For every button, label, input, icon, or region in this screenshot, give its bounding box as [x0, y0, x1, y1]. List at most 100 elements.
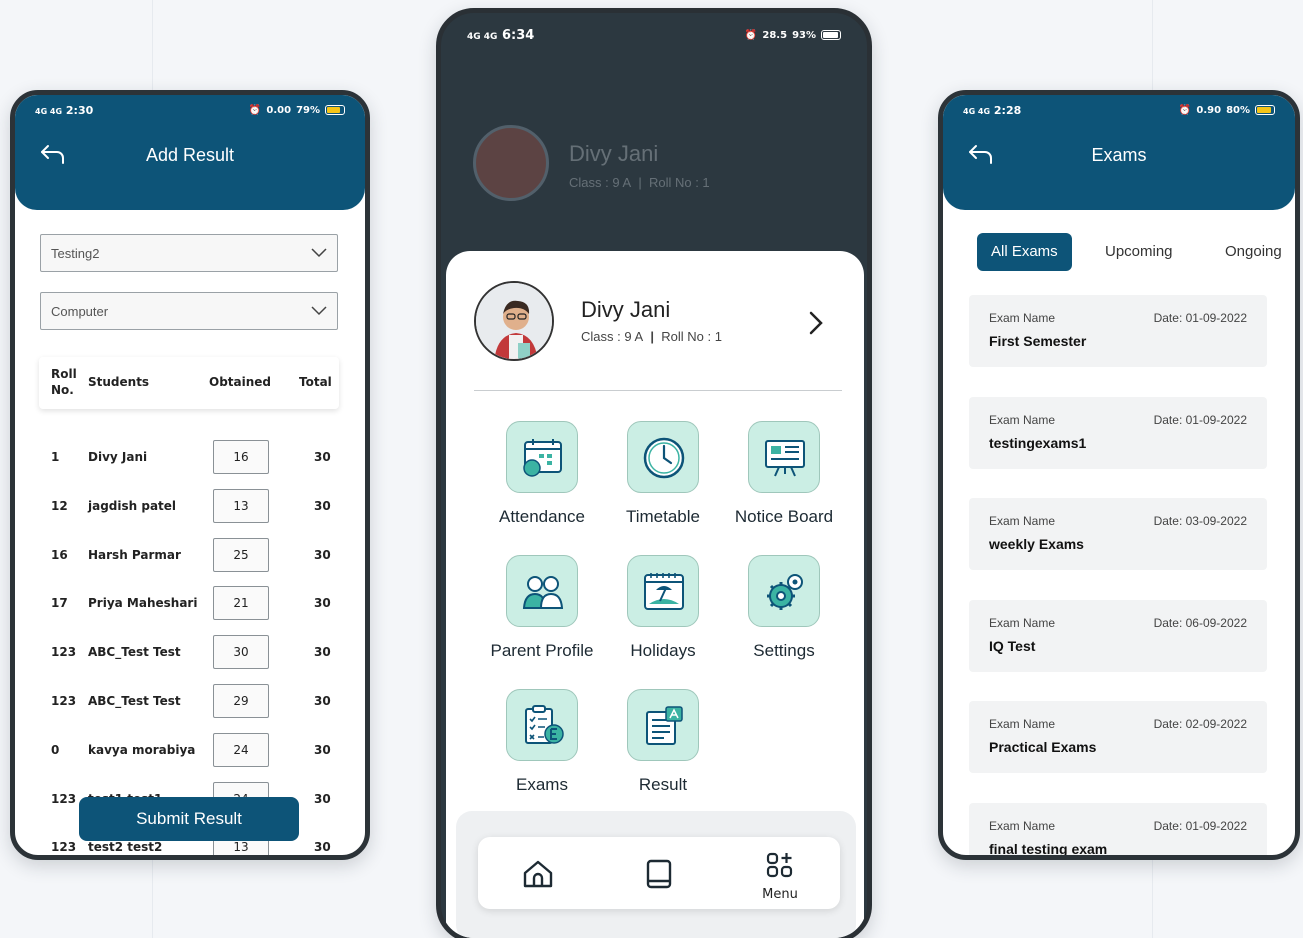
row-student-name: test2 test2 [88, 840, 163, 855]
signal-indicator: 4G 4G [963, 106, 991, 116]
page-title: Exams [1091, 145, 1147, 165]
table-row: 12 jagdish patel 13 30 [39, 488, 339, 525]
obtained-marks-input[interactable]: 21 [213, 586, 269, 621]
nav-menu[interactable]: Menu [740, 837, 820, 909]
header-student-meta: Class : 9 A | Roll No : 1 [569, 175, 710, 190]
row-student-name: jagdish patel [88, 498, 177, 513]
exam-name: final testing exam [989, 840, 1108, 857]
row-total: 30 [314, 840, 331, 855]
row-total: 30 [314, 498, 331, 513]
exam-card[interactable]: Exam Name Date: 02-09-2022 Practical Exams [969, 701, 1267, 773]
signal-indicator: 4G 4G [35, 106, 63, 116]
exam-name-key: Exam Name [989, 615, 1056, 630]
alarm-icon: ⏰ [1178, 104, 1192, 116]
tile-attendance[interactable]: Attendance [482, 421, 602, 541]
exam-card[interactable]: Exam Name Date: 01-09-2022 First Semester [969, 295, 1267, 367]
phone-dashboard: 4G 4G 6:34 ⏰ 28.5 93% Divy Jani Class : … [436, 8, 872, 938]
nav-book[interactable] [619, 837, 699, 909]
status-time: 2:28 [993, 103, 1022, 117]
net-speed: 0.00 [266, 104, 292, 116]
result-table-header: Roll No. Students Obtained Total [39, 357, 339, 409]
exam-name: IQ Test [989, 637, 1036, 654]
battery-percent: 80% [1226, 104, 1250, 116]
tile-parent-profile[interactable]: Parent Profile [482, 555, 602, 675]
tile-icon-box [627, 555, 699, 627]
exam-card[interactable]: Exam Name Date: 01-09-2022 final testing e… [969, 802, 1267, 857]
row-total: 30 [314, 791, 331, 806]
exam-date: Date: 02-09-2022 [1153, 717, 1247, 731]
chevron-right-icon[interactable] [808, 311, 824, 335]
table-row: 16 Harsh Parmar 25 30 [39, 537, 339, 574]
attendance-icon [523, 439, 562, 477]
nav-home[interactable] [498, 837, 578, 909]
phone-exams: 4G 4G 2:28 ⏰ 0.90 80% Exams All Exams Up… [938, 90, 1300, 860]
result-document-icon [646, 706, 683, 745]
exam-name-key: Exam Name [989, 311, 1056, 325]
obtained-marks-input[interactable]: 29 [213, 684, 269, 718]
tab-upcoming[interactable]: Upcoming [1105, 233, 1173, 271]
table-row: 123 ABC_Test Test 30 30 [39, 635, 339, 671]
bottom-nav: Menu [478, 837, 840, 909]
exam-card[interactable]: Exam Name Date: 03-09-2022 weekly Exams [969, 498, 1267, 570]
tile-result[interactable]: Result [603, 689, 723, 809]
exam-date: Date: 06-09-2022 [1153, 615, 1247, 630]
header-roll: Roll No : 1 [648, 175, 710, 190]
avatar [473, 125, 549, 201]
col-students: Students [88, 375, 150, 389]
row-total: 30 [314, 645, 331, 660]
exam-card[interactable]: Exam Name Date: 01-09-2022 testingexams1 [969, 396, 1267, 469]
obtained-marks-input[interactable]: 25 [213, 537, 269, 572]
exam-name-key: Exam Name [989, 818, 1056, 833]
gear-icon [767, 574, 803, 610]
row-total: 30 [314, 596, 331, 611]
obtained-marks-input[interactable]: 16 [213, 440, 269, 474]
row-roll: 123 [51, 791, 77, 806]
chevron-down-icon [311, 248, 327, 258]
col-total: Total [299, 375, 332, 389]
avatar[interactable] [474, 281, 554, 361]
tile-label: Holidays [630, 641, 696, 660]
tile-settings[interactable]: Settings [724, 555, 844, 675]
tile-timetable[interactable]: Timetable [603, 421, 723, 541]
tab-ongoing[interactable]: Ongoing [1225, 233, 1282, 271]
status-time: 6:34 [501, 27, 535, 43]
exam-tabs: All Exams Upcoming Ongoing [977, 233, 1295, 273]
exam-card[interactable]: Exam Name Date: 06-09-2022 IQ Test [969, 599, 1267, 672]
tab-all-exams[interactable]: All Exams [977, 233, 1072, 271]
subject-select[interactable]: Computer [40, 292, 338, 330]
exam-select[interactable]: Testing2 [40, 234, 338, 272]
obtained-marks-input[interactable]: 13 [213, 488, 269, 523]
exam-name-key: Exam Name [989, 412, 1056, 427]
table-row: 1 Divy Jani 16 30 [39, 440, 339, 476]
tile-icon-box [506, 421, 578, 493]
table-row: 17 Priya Maheshari 21 30 [39, 586, 339, 622]
row-student-name: kavya morabiya [88, 742, 196, 757]
exam-select-value: Testing2 [51, 245, 100, 261]
tile-label: Notice Board [734, 507, 834, 526]
battery-icon [821, 30, 841, 40]
row-roll: 12 [51, 498, 68, 513]
status-bar: 4G 4G 6:34 ⏰ 28.5 93% [441, 13, 867, 57]
tile-notice-board[interactable]: Notice Board [724, 421, 844, 541]
tile-exams[interactable]: Exams [482, 689, 602, 809]
submit-result-button[interactable]: Submit Result [79, 797, 299, 841]
net-speed: 28.5 [762, 29, 788, 41]
exam-name: First Semester [989, 333, 1087, 349]
tile-holidays[interactable]: Holidays [603, 555, 723, 675]
tile-label: Parent Profile [490, 641, 594, 660]
tile-label: Attendance [498, 507, 585, 526]
exam-name: testingexams1 [989, 434, 1087, 451]
tile-icon-box [748, 555, 820, 627]
battery-icon [1255, 105, 1275, 115]
subject-select-value: Computer [51, 303, 109, 319]
obtained-marks-input[interactable]: 24 [213, 732, 269, 767]
exam-name-key: Exam Name [989, 514, 1056, 528]
table-row: 123 ABC_Test Test 29 30 [39, 684, 339, 720]
status-bar: 4G 4G 2:28 ⏰ 0.90 80% [943, 95, 1295, 125]
obtained-marks-input[interactable]: 30 [213, 635, 269, 670]
tile-icon-box [748, 421, 820, 493]
tile-label: Result [638, 775, 688, 794]
exam-date: Date: 01-09-2022 [1153, 818, 1247, 833]
exam-name: Practical Exams [989, 739, 1097, 755]
row-roll: 16 [51, 547, 68, 562]
